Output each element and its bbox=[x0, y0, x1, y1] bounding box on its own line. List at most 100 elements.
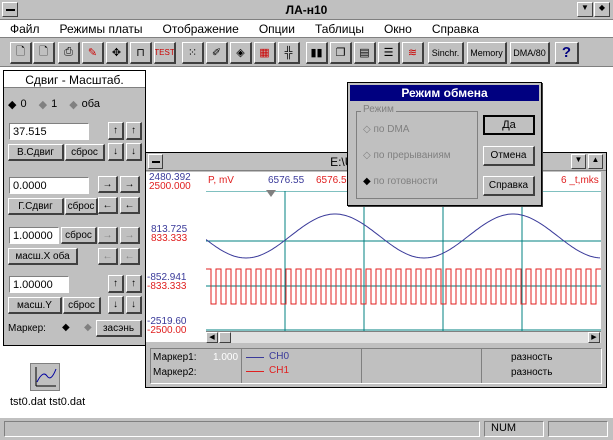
tst0-file-icon[interactable] bbox=[30, 363, 60, 391]
radio-ch1-label: 1 bbox=[51, 98, 58, 110]
status-bar: NUM bbox=[0, 417, 613, 440]
menu-display[interactable]: Отображение bbox=[163, 22, 239, 36]
arrow-down-icon: ↓ bbox=[131, 299, 136, 310]
status-message-pane bbox=[4, 421, 480, 437]
menu-options[interactable]: Опции bbox=[259, 22, 295, 36]
xscale-left-button[interactable]: ← bbox=[98, 248, 118, 265]
hshift-left2-button[interactable]: ← bbox=[120, 197, 140, 214]
vshift-button[interactable]: В.Сдвиг bbox=[8, 144, 64, 161]
yscale-input[interactable]: 1.00000 bbox=[9, 276, 69, 293]
exchange-mode-dialog: Режим обмена Режим ◇ по DMA ◇ по прерыва… bbox=[347, 82, 542, 206]
dialog-help-button[interactable]: Справка bbox=[483, 176, 535, 196]
arrow-down-icon: ↓ bbox=[113, 146, 118, 157]
yscale-down2-button[interactable]: ↓ bbox=[126, 296, 142, 314]
open-file2-icon: 🗋 bbox=[39, 46, 48, 58]
tool-graph-button[interactable]: ▦ bbox=[254, 42, 276, 64]
shift-scale-panel: Сдвиг - Масштаб. ◆ 0 ◆ 1 ◆ оба 37.515 ↑ ↑ В… bbox=[3, 70, 146, 346]
legend-panel: Маркер1: 1.000 Маркер2: CH0 CH1 разность… bbox=[150, 348, 602, 384]
vshift-reset-button[interactable]: сброс bbox=[65, 144, 105, 161]
xscale-right-button[interactable]: → bbox=[98, 227, 118, 244]
tool-chart-button[interactable]: ╬ bbox=[278, 42, 300, 64]
hshift-reset-button[interactable]: сброс bbox=[65, 198, 98, 215]
dialog-ok-button[interactable]: Да bbox=[483, 115, 535, 135]
vshift-down-button[interactable]: ↓ bbox=[108, 143, 124, 161]
tool-pages-button[interactable]: ❐ bbox=[330, 42, 352, 64]
yscale-up-button[interactable]: ↑ bbox=[108, 275, 124, 293]
tool-measure-button[interactable]: ⊓ bbox=[130, 42, 152, 64]
radio-both[interactable]: ◆ bbox=[69, 98, 77, 111]
vshift-up-button[interactable]: ↑ bbox=[108, 122, 124, 140]
tool-pen-button[interactable]: ✎ bbox=[82, 42, 104, 64]
menu-help[interactable]: Справка bbox=[432, 22, 479, 36]
dialog-cancel-button[interactable]: Отмена bbox=[483, 146, 535, 166]
tool-cursor-button[interactable]: ✥ bbox=[106, 42, 128, 64]
scroll-left-button[interactable]: ◀ bbox=[206, 332, 218, 343]
memory-button[interactable]: Memory bbox=[467, 42, 507, 64]
marker-button[interactable]: засэнь bbox=[96, 320, 142, 337]
hshift-left-button[interactable]: ← bbox=[98, 197, 118, 214]
yscale-button[interactable]: масш.Y bbox=[8, 297, 62, 314]
hshift-input[interactable]: 0.0000 bbox=[9, 177, 89, 194]
tool-open-button[interactable]: 🗋 bbox=[10, 42, 32, 64]
minimize-button[interactable]: ▼ bbox=[577, 2, 593, 17]
scroll-thumb[interactable] bbox=[219, 332, 231, 343]
xscale-reset-button[interactable]: сброс bbox=[61, 227, 97, 244]
yscale-down-button[interactable]: ↓ bbox=[108, 296, 124, 314]
maximize-button[interactable]: ◆ bbox=[594, 2, 610, 17]
arrow-right-icon: → bbox=[124, 229, 135, 241]
tool-book-button[interactable]: ▤ bbox=[354, 42, 376, 64]
tool-print-button[interactable]: ⎙ bbox=[58, 42, 80, 64]
hshift-button[interactable]: Г.Сдвиг bbox=[8, 198, 64, 215]
arrow-left-icon: ← bbox=[124, 250, 135, 262]
hshift-right-button[interactable]: → bbox=[98, 176, 118, 193]
graph-system-menu-button[interactable] bbox=[148, 154, 163, 169]
tool-grid-button[interactable]: ⁙ bbox=[182, 42, 204, 64]
marker-radio2-icon[interactable]: ◆ bbox=[84, 322, 92, 333]
tool-list-button[interactable]: ☰ bbox=[378, 42, 400, 64]
menu-tables[interactable]: Таблицы bbox=[315, 22, 364, 36]
arrow-up-icon: ↑ bbox=[113, 125, 118, 136]
legend-marker1-value: 1.000 bbox=[213, 352, 239, 363]
tool-test-button[interactable]: TEST bbox=[154, 42, 176, 64]
vshift-down2-button[interactable]: ↓ bbox=[126, 143, 142, 161]
sinchr-button[interactable]: Sinchr. bbox=[428, 42, 464, 64]
menu-file[interactable]: Файл bbox=[10, 22, 40, 36]
mode-interrupt-radio[interactable]: ◇ по прерываниям bbox=[363, 150, 451, 161]
tool-diamond-button[interactable]: ◈ bbox=[230, 42, 252, 64]
radio-ch1[interactable]: ◆ bbox=[39, 98, 47, 111]
vshift-up2-button[interactable]: ↑ bbox=[126, 122, 142, 140]
vshift-input[interactable]: 37.515 bbox=[9, 123, 89, 140]
arrow-up-icon: ↑ bbox=[131, 125, 136, 136]
yscale-up2-button[interactable]: ↑ bbox=[126, 275, 142, 293]
graph-minimize-button[interactable]: ▼ bbox=[571, 154, 586, 169]
graph-hscrollbar[interactable]: ◀ ▶ bbox=[206, 331, 601, 343]
xscale-input[interactable]: 1.00000 bbox=[9, 227, 59, 244]
radio-ch0[interactable]: ◆ bbox=[8, 98, 16, 111]
xscale-left2-button[interactable]: ← bbox=[120, 248, 140, 265]
marker-pointer-icon[interactable] bbox=[266, 190, 276, 197]
dma-button[interactable]: DMA/80 bbox=[510, 42, 550, 64]
bars-icon: ▮▮ bbox=[310, 47, 323, 59]
xscale-right2-button[interactable]: → bbox=[120, 227, 140, 244]
menu-board-modes[interactable]: Режимы платы bbox=[60, 22, 143, 36]
scroll-right-button[interactable]: ▶ bbox=[588, 332, 600, 343]
yscale-reset-button[interactable]: сброс bbox=[63, 297, 101, 314]
marker-radio-icon[interactable]: ◆ bbox=[62, 322, 70, 333]
help-button[interactable]: ? bbox=[555, 42, 579, 64]
list-icon: ☰ bbox=[383, 47, 394, 59]
mode-group-label: Режим bbox=[361, 104, 396, 115]
graph-maximize-button[interactable]: ▲ bbox=[588, 154, 603, 169]
plot-area[interactable] bbox=[205, 190, 601, 331]
mode-ready-radio[interactable]: ◆ по готовности bbox=[363, 176, 438, 187]
menu-window[interactable]: Окно bbox=[384, 22, 412, 36]
hshift-right2-button[interactable]: → bbox=[120, 176, 140, 193]
tool-bars-button[interactable]: ▮▮ bbox=[306, 42, 328, 64]
mode-dma-radio[interactable]: ◇ по DMA bbox=[363, 124, 409, 135]
tool-edit-button[interactable]: ✐ bbox=[206, 42, 228, 64]
cursor-icon: ✥ bbox=[111, 47, 122, 59]
xscale-button[interactable]: масш.Х оба bbox=[8, 248, 78, 265]
tool-open2-button[interactable]: 🗋 bbox=[33, 42, 55, 64]
tool-wave-button[interactable]: ≋ bbox=[402, 42, 424, 64]
main-titlebar: ЛА-н10 ▼ ◆ bbox=[0, 0, 613, 20]
book-icon: ▤ bbox=[359, 47, 370, 59]
